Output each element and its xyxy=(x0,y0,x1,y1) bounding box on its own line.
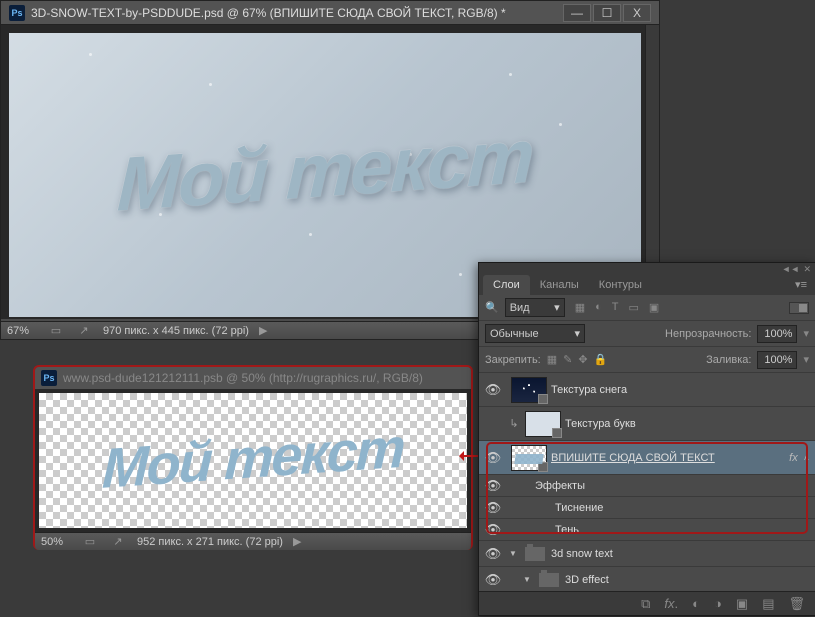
zoom-value[interactable]: 67% xyxy=(7,325,37,337)
folder-icon xyxy=(539,573,559,587)
tab-layers[interactable]: Слои xyxy=(483,275,530,295)
dock-icon[interactable]: ▭ xyxy=(47,324,65,338)
close-button[interactable]: X xyxy=(623,4,651,22)
layers-panel-footer: ⧉ fx. ◐ ◑ ▣ ▤ 🗑 xyxy=(479,591,815,615)
blend-mode-dropdown[interactable]: Обычные▾ xyxy=(485,324,585,343)
blend-row: Обычные▾ Непрозрачность: 100% ▾ xyxy=(479,321,815,347)
second-canvas-area[interactable]: Мой текст xyxy=(35,389,471,532)
layer-row-selected[interactable]: 👁 ВПИШИТЕ СЮДА СВОЙ ТЕКСТ fx ˄ xyxy=(479,441,815,475)
clip-indicator-icon: ↳ xyxy=(507,417,521,430)
second-canvas-text: Мой текст xyxy=(101,414,405,500)
layer-name[interactable]: 3d snow text xyxy=(551,548,815,560)
opacity-label: Непрозрачность: xyxy=(665,328,751,340)
second-status-bar: 50% ▭ ↗ 952 пикс. x 271 пикс. (72 ppi) ▶ xyxy=(35,532,471,550)
group-collapse-icon[interactable]: ▼ xyxy=(521,575,533,584)
visibility-toggle[interactable]: 👁 xyxy=(479,546,507,562)
link-layers-icon[interactable]: ⧉ xyxy=(641,596,650,612)
layer-name[interactable]: ВПИШИТЕ СЮДА СВОЙ ТЕКСТ xyxy=(551,452,789,464)
tab-channels[interactable]: Каналы xyxy=(530,275,589,295)
fill-slider-arrow[interactable]: ▾ xyxy=(803,353,809,366)
visibility-toggle[interactable]: 👁 xyxy=(479,500,507,516)
visibility-toggle[interactable]: 👁 xyxy=(479,382,507,398)
filter-smart-icon[interactable]: ▣ xyxy=(649,301,659,314)
second-doc-title: www.psd-dude121212111.psb @ 50% (http://… xyxy=(63,371,465,385)
effects-heading-row[interactable]: 👁 Эффекты xyxy=(479,475,815,497)
filter-type-icon[interactable]: T xyxy=(612,301,619,314)
lock-pixels-icon[interactable]: ✎ xyxy=(563,353,572,366)
fill-label: Заливка: xyxy=(706,354,751,366)
layer-row[interactable]: 👁 Текстура снега xyxy=(479,373,815,407)
layer-group-row[interactable]: 👁 ▼ 3D effect xyxy=(479,567,815,593)
filter-icon[interactable]: 🔍 xyxy=(485,301,499,314)
panel-menu-icon[interactable]: ▾≡ xyxy=(787,274,815,295)
main-doc-title: 3D-SNOW-TEXT-by-PSDDUDE.psd @ 67% (ВПИШИ… xyxy=(31,6,563,20)
layer-thumbnail[interactable] xyxy=(525,411,561,437)
main-titlebar[interactable]: Ps 3D-SNOW-TEXT-by-PSDDUDE.psd @ 67% (ВП… xyxy=(1,1,659,25)
layers-list: 👁 Текстура снега ↳ Текстура букв 👁 ВПИШИ… xyxy=(479,373,815,593)
visibility-toggle[interactable]: 👁 xyxy=(479,478,507,494)
new-layer-icon[interactable]: ▤ xyxy=(762,596,774,612)
folder-icon xyxy=(525,547,545,561)
new-adjustment-icon[interactable]: ◑ xyxy=(714,596,722,611)
panel-tabs: Слои Каналы Контуры ▾≡ xyxy=(479,271,815,295)
dimensions-text: 970 пикс. x 445 пикс. (72 ppi) xyxy=(103,325,249,337)
filter-type-dropdown[interactable]: Вид▾ xyxy=(505,298,565,317)
visibility-toggle[interactable]: 👁 xyxy=(479,450,507,466)
filter-toggle[interactable] xyxy=(789,302,809,314)
effect-row[interactable]: 👁 Тиснение xyxy=(479,497,815,519)
tab-paths[interactable]: Контуры xyxy=(589,275,652,295)
fx-badge[interactable]: fx xyxy=(789,452,798,464)
layer-name[interactable]: 3D effect xyxy=(565,574,815,586)
layer-group-row[interactable]: 👁 ▼ 3d snow text xyxy=(479,541,815,567)
effects-collapse-icon[interactable]: ˄ xyxy=(804,453,809,463)
lock-label: Закрепить: xyxy=(485,354,541,366)
panel-grip[interactable]: ◄◄✕ xyxy=(479,263,815,271)
minimize-button[interactable]: — xyxy=(563,4,591,22)
canvas-3d-text: Мой текст xyxy=(116,112,535,228)
add-mask-icon[interactable]: ◐ xyxy=(692,596,700,611)
lock-row: Закрепить: ▦ ✎ ✥ 🔒 Заливка: 100% ▾ xyxy=(479,347,815,373)
statusbar-menu-arrow[interactable]: ▶ xyxy=(293,535,301,548)
share-icon[interactable]: ↗ xyxy=(109,535,127,549)
layer-fx-icon[interactable]: fx. xyxy=(664,596,678,611)
layer-thumbnail[interactable] xyxy=(511,445,547,471)
second-zoom-value[interactable]: 50% xyxy=(41,536,71,548)
effects-label: Эффекты xyxy=(535,480,815,492)
second-canvas[interactable]: Мой текст xyxy=(39,393,467,528)
layer-name[interactable]: Текстура букв xyxy=(565,418,815,430)
filter-row: 🔍 Вид▾ ▦ ◐ T ▭ ▣ xyxy=(479,295,815,321)
lock-transparency-icon[interactable]: ▦ xyxy=(547,353,557,366)
group-collapse-icon[interactable]: ▼ xyxy=(507,549,519,558)
share-icon[interactable]: ↗ xyxy=(75,324,93,338)
layers-panel: ◄◄✕ Слои Каналы Контуры ▾≡ 🔍 Вид▾ ▦ ◐ T … xyxy=(478,262,815,616)
effect-row[interactable]: 👁 Тень xyxy=(479,519,815,541)
filter-shape-icon[interactable]: ▭ xyxy=(629,301,639,314)
statusbar-menu-arrow[interactable]: ▶ xyxy=(259,324,267,337)
dock-icon[interactable]: ▭ xyxy=(81,535,99,549)
opacity-slider-arrow[interactable]: ▾ xyxy=(803,327,809,340)
filter-adjustment-icon[interactable]: ◐ xyxy=(595,301,602,314)
second-dimensions-text: 952 пикс. x 271 пикс. (72 ppi) xyxy=(137,536,283,548)
new-group-icon[interactable]: ▣ xyxy=(736,596,748,612)
effect-name[interactable]: Тиснение xyxy=(555,502,815,514)
delete-layer-icon[interactable]: 🗑 xyxy=(788,596,805,612)
effect-name[interactable]: Тень xyxy=(555,524,815,536)
layer-row[interactable]: ↳ Текстура букв xyxy=(479,407,815,441)
photoshop-icon: Ps xyxy=(41,370,57,386)
maximize-button[interactable]: ☐ xyxy=(593,4,621,22)
lock-all-icon[interactable]: 🔒 xyxy=(594,353,608,366)
layer-name[interactable]: Текстура снега xyxy=(551,384,815,396)
opacity-input[interactable]: 100% xyxy=(757,325,797,343)
visibility-toggle[interactable]: 👁 xyxy=(479,572,507,588)
fill-input[interactable]: 100% xyxy=(757,351,797,369)
second-titlebar[interactable]: Ps www.psd-dude121212111.psb @ 50% (http… xyxy=(35,367,471,389)
filter-pixel-icon[interactable]: ▦ xyxy=(575,301,585,314)
layer-thumbnail[interactable] xyxy=(511,377,547,403)
photoshop-icon: Ps xyxy=(9,5,25,21)
second-document-window: Ps www.psd-dude121212111.psb @ 50% (http… xyxy=(33,365,473,550)
lock-position-icon[interactable]: ✥ xyxy=(578,353,587,366)
visibility-toggle[interactable]: 👁 xyxy=(479,522,507,538)
